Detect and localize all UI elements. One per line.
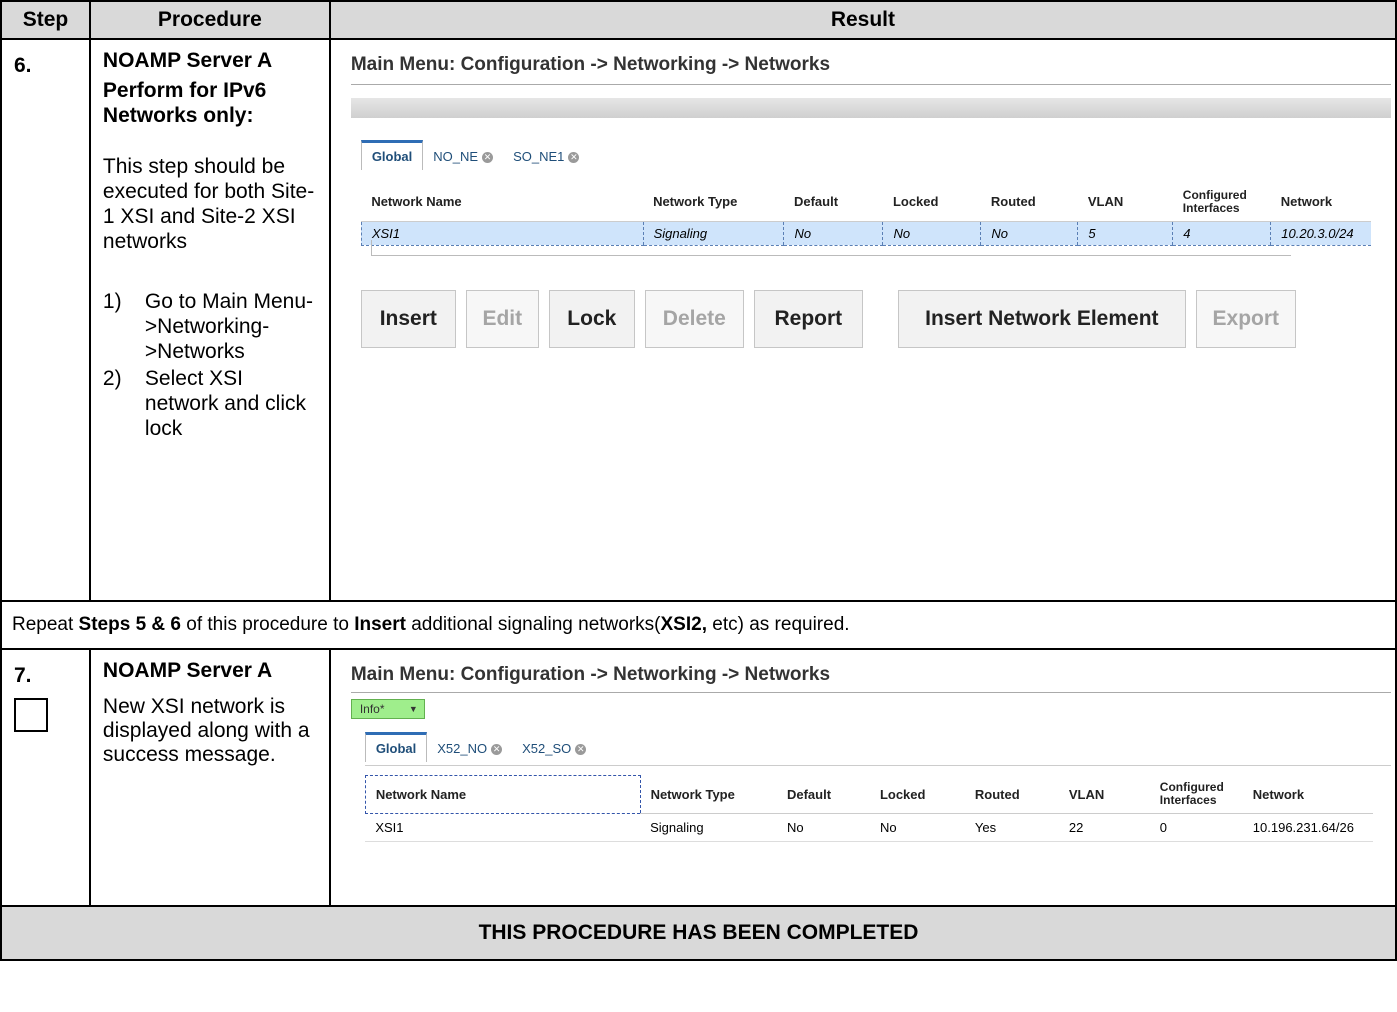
insert-network-element-button[interactable]: Insert Network Element	[897, 290, 1186, 348]
completion-message: THIS PROCEDURE HAS BEEN COMPLETED	[0, 905, 1397, 961]
col-locked[interactable]: Locked	[869, 775, 965, 814]
button-row: Insert Edit Lock Delete Report Insert Ne…	[360, 290, 1306, 348]
cell-network-type: Signaling	[642, 220, 784, 246]
title-divider	[350, 692, 1391, 693]
step-6-note: This step should be executed for both Si…	[102, 155, 315, 253]
header-step: Step	[0, 0, 91, 40]
tab-bar: Global X52_NO ✕ X52_SO ✕	[364, 732, 596, 762]
close-icon[interactable]: ✕	[491, 744, 503, 756]
close-icon[interactable]: ✕	[568, 152, 580, 164]
close-icon[interactable]: ✕	[482, 152, 494, 164]
cell-default: No	[783, 220, 883, 246]
step-7-number-cell: 7.	[0, 648, 91, 907]
table-row[interactable]: XSI1 Signaling No No Yes 22 0 10.196.231…	[365, 813, 1373, 842]
cell-configured-interfaces: 4	[1172, 220, 1271, 246]
delete-button[interactable]: Delete	[644, 290, 744, 348]
tab-so-ne1[interactable]: SO_NE1 ✕	[503, 143, 589, 170]
step-7-number: 7.	[14, 664, 32, 687]
step-7-text: New XSI network is displayed along with …	[102, 695, 310, 766]
step-7-row: 7. NOAMP Server A New XSI network is dis…	[0, 648, 1397, 907]
col-network-type[interactable]: Network Type	[643, 183, 784, 222]
cell-routed: Yes	[964, 813, 1059, 842]
table-footer-line	[370, 255, 1291, 256]
cell-routed: No	[980, 220, 1078, 246]
repeat-row: Repeat Steps 5 & 6 of this procedure to …	[0, 600, 1397, 650]
tab-bar: Global NO_NE ✕ SO_NE1 ✕	[360, 140, 590, 170]
lock-button[interactable]: Lock	[548, 290, 635, 348]
list-item: 2) Select XSI network and click lock	[102, 367, 306, 440]
step-6-subtitle: Perform for IPv6 Networks only:	[102, 79, 267, 127]
list-item: 1) Go to Main Menu->Networking->Networks	[102, 290, 313, 363]
table-row[interactable]: XSI1 Signaling No No No 5 4 10.20.3.0/24	[360, 220, 1371, 246]
report-button[interactable]: Report	[753, 290, 863, 348]
col-network[interactable]: Network	[1242, 775, 1373, 814]
tab-global[interactable]: Global	[360, 140, 424, 170]
col-routed[interactable]: Routed	[964, 775, 1059, 814]
cell-network-type: Signaling	[640, 813, 777, 842]
tab-global[interactable]: Global	[364, 732, 428, 762]
header-result: Result	[328, 0, 1397, 40]
page-title: Main Menu: Configuration -> Networking -…	[350, 664, 831, 685]
cell-locked: No	[882, 220, 981, 246]
step-6-result: Main Menu: Configuration -> Networking -…	[328, 38, 1397, 602]
insert-button[interactable]: Insert	[360, 290, 456, 348]
header-procedure: Procedure	[88, 0, 331, 40]
toolbar-bar	[350, 98, 1391, 118]
col-network[interactable]: Network	[1270, 183, 1371, 222]
col-default[interactable]: Default	[783, 183, 883, 222]
networks-table: Network Name Network Type Default Locked…	[364, 775, 1373, 842]
cell-network-name: XSI1	[360, 220, 644, 246]
close-icon[interactable]: ✕	[575, 744, 587, 756]
cell-network: 10.20.3.0/24	[1270, 220, 1371, 246]
step-7-result: Main Menu: Configuration -> Networking -…	[328, 648, 1397, 907]
col-locked[interactable]: Locked	[882, 183, 981, 222]
chevron-down-icon: ▼	[408, 704, 418, 714]
tab-no-ne[interactable]: NO_NE ✕	[423, 143, 503, 170]
edit-button[interactable]: Edit	[465, 290, 539, 348]
procedure-table: Step Procedure Result 6. NOAMP Server A …	[0, 0, 1397, 961]
col-network-type[interactable]: Network Type	[640, 775, 777, 814]
cell-vlan: 22	[1058, 813, 1150, 842]
step-6-title: NOAMP Server A	[102, 49, 273, 72]
table-header-row: Network Name Network Type Default Locked…	[361, 183, 1371, 222]
table-left-edge	[370, 240, 372, 256]
step-checkbox[interactable]	[14, 698, 48, 732]
cell-network: 10.196.231.64/26	[1242, 813, 1373, 842]
header-row: Step Procedure Result	[0, 0, 1397, 40]
col-configured-interfaces[interactable]: Configured Interfaces	[1149, 775, 1243, 814]
tab-x52-no[interactable]: X52_NO ✕	[427, 735, 512, 762]
step-6-number: 6.	[0, 38, 91, 602]
networks-screen-1: Main Menu: Configuration -> Networking -…	[331, 40, 1395, 600]
tab-x52-so[interactable]: X52_SO ✕	[512, 735, 596, 762]
col-vlan[interactable]: VLAN	[1077, 183, 1173, 222]
cell-default: No	[776, 813, 870, 842]
col-default[interactable]: Default	[776, 775, 870, 814]
step-6-procedure: NOAMP Server A Perform for IPv6 Networks…	[88, 38, 331, 602]
cell-vlan: 5	[1077, 220, 1173, 246]
col-network-name[interactable]: Network Name	[361, 183, 644, 222]
page-title: Main Menu: Configuration -> Networking -…	[350, 54, 831, 75]
info-dropdown[interactable]: Info* ▼	[350, 699, 425, 719]
step-7-procedure: NOAMP Server A New XSI network is displa…	[88, 648, 331, 907]
col-configured-interfaces[interactable]: Configured Interfaces	[1172, 183, 1271, 222]
completion-row: THIS PROCEDURE HAS BEEN COMPLETED	[0, 905, 1397, 961]
col-vlan[interactable]: VLAN	[1058, 775, 1150, 814]
networks-screen-2: Main Menu: Configuration -> Networking -…	[331, 650, 1395, 905]
title-divider	[350, 84, 1391, 85]
step-6-list: 1) Go to Main Menu->Networking->Networks …	[103, 289, 321, 441]
col-network-name[interactable]: Network Name	[364, 775, 641, 814]
step-6-row: 6. NOAMP Server A Perform for IPv6 Netwo…	[0, 38, 1397, 602]
export-button[interactable]: Export	[1195, 290, 1296, 348]
step-7-title: NOAMP Server A	[102, 659, 273, 682]
networks-table: Network Name Network Type Default Locked…	[360, 183, 1371, 246]
table-header-row: Network Name Network Type Default Locked…	[364, 775, 1373, 814]
cell-network-name: XSI1	[365, 813, 641, 842]
cell-locked: No	[869, 813, 965, 842]
cell-configured-interfaces: 0	[1149, 813, 1243, 842]
repeat-note: Repeat Steps 5 & 6 of this procedure to …	[0, 600, 1397, 650]
tab-divider	[364, 765, 1391, 766]
col-routed[interactable]: Routed	[980, 183, 1078, 222]
